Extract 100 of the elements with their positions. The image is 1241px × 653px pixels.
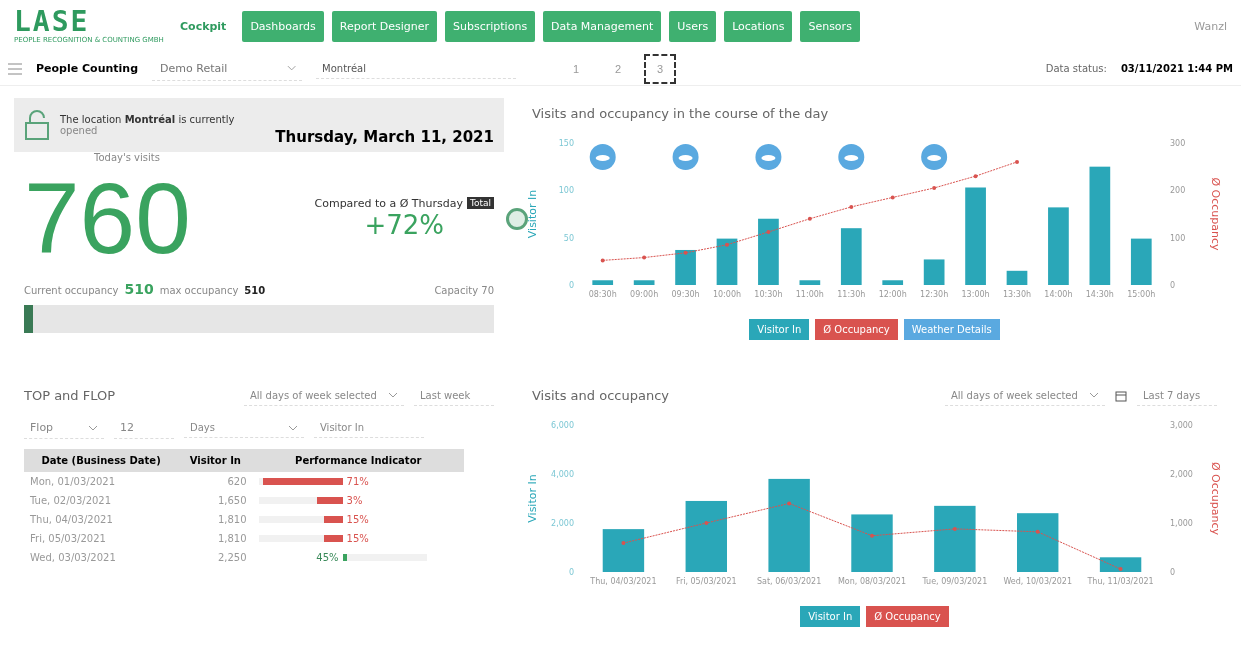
weekday-dropdown[interactable]: All days of week selected (244, 385, 404, 406)
weather-cloud-icon[interactable] (921, 144, 948, 170)
tick-label: 11:30h (837, 290, 866, 299)
tick-label: 15:00h (1127, 290, 1156, 299)
tick-label: 10:00h (712, 290, 742, 299)
table-cell-text: Tue, 02/03/2021 (29, 494, 113, 508)
caret-icon (1089, 392, 1099, 398)
bar (685, 500, 727, 572)
data-point (704, 521, 709, 525)
table-cell: 620 (178, 472, 253, 491)
status-label: Data status: (1045, 63, 1107, 74)
view-tab[interactable]: 3 (644, 53, 677, 84)
weekday-dropdown[interactable]: All days of week selected (945, 385, 1105, 406)
tick-label: 11:00h (795, 290, 824, 299)
legend-button[interactable]: Weather Details (903, 319, 1000, 340)
logo: LASE (14, 8, 90, 36)
total-badge: Total (466, 197, 494, 209)
compare-label: Compared to a Ø Thursday (314, 196, 463, 210)
period-dropdown[interactable]: Last 7 days (1137, 385, 1217, 406)
nav-tab[interactable]: Dashboards (242, 10, 324, 42)
tick-label: 4,000 (551, 470, 574, 479)
data-point (621, 541, 626, 546)
bar (633, 280, 655, 285)
mode-dropdown[interactable]: Flop (24, 417, 104, 439)
location-field[interactable]: Montréal (316, 58, 517, 79)
max-value: 510 (244, 285, 266, 296)
capacity-label: Capacity 70 (434, 285, 494, 296)
tick-label: 09:30h (671, 290, 700, 299)
table-cell-text: Thu, 04/03/2021 (29, 513, 114, 527)
data-point (890, 195, 895, 200)
data-point (870, 533, 874, 538)
calendar-icon[interactable] (1115, 389, 1127, 402)
tick-label: Tue, 09/03/2021 (922, 577, 988, 586)
percent-text: 3% (346, 495, 363, 506)
lock-icon (24, 110, 50, 140)
visits-label: Today's visits (94, 152, 161, 163)
data-point (849, 204, 854, 209)
weather-cloud-icon[interactable] (755, 144, 782, 170)
bar (851, 514, 893, 572)
data-point (973, 174, 978, 179)
unit-dropdown[interactable]: Days (184, 418, 304, 438)
company-field[interactable]: Demo Retail (158, 60, 287, 76)
tick-label: 200 (1170, 186, 1186, 196)
caret-icon (288, 424, 298, 431)
weather-cloud-icon[interactable] (838, 144, 865, 170)
bar (1099, 557, 1142, 572)
legend-button[interactable]: Visitor In (800, 606, 861, 627)
tick-label: 300 (1170, 139, 1186, 148)
refresh-icon[interactable] (506, 208, 528, 230)
tick-label: Mon, 08/03/2021 (837, 577, 907, 586)
nav-tab[interactable]: Users (669, 10, 717, 42)
tick-label: Sat, 06/03/2021 (757, 577, 822, 586)
nav-tab[interactable]: Data Management (543, 10, 662, 42)
weather-cloud-icon[interactable] (672, 144, 699, 170)
nav-tab[interactable]: Locations (724, 10, 793, 42)
bar (1006, 270, 1028, 285)
date-text: Thursday, March 11, 2021 (275, 128, 494, 146)
tick-label: 1,000 (1170, 519, 1193, 528)
nav-tab[interactable]: Report Designer (331, 10, 438, 42)
user-menu[interactable]: Wanzl (1194, 19, 1227, 33)
menu-icon[interactable] (8, 62, 22, 75)
tick-label: 6,000 (551, 421, 574, 430)
bar (592, 280, 614, 285)
period-dropdown[interactable]: Last week (414, 385, 494, 406)
percent-text: 45% (315, 552, 339, 563)
data-point (642, 255, 647, 260)
occupancy-value: 510 (124, 281, 154, 297)
bar (675, 249, 696, 285)
axis-title: Visitor In (526, 189, 539, 239)
tick-label: Thu, 11/03/2021 (1087, 577, 1154, 586)
percent-text: 15% (346, 533, 369, 544)
legend-button[interactable]: Visitor In (749, 319, 810, 340)
bar (882, 280, 904, 285)
nav-tab[interactable]: Sensors (800, 10, 860, 42)
status-value: 03/11/2021 1:44 PM (1120, 63, 1233, 74)
table-cell-text: 1,810 (216, 513, 248, 527)
tick-label: Fri, 05/03/2021 (675, 577, 737, 586)
weather-cloud-icon[interactable] (589, 144, 616, 170)
data-point (952, 526, 957, 531)
legend-button[interactable]: Ø Occupancy (815, 319, 898, 340)
tick-label: 12:00h (878, 290, 907, 299)
table-cell-text: 1,810 (216, 532, 248, 546)
metric-dropdown[interactable]: Visitor In (314, 418, 424, 438)
bar (758, 218, 779, 285)
count-field[interactable]: 12 (114, 417, 174, 439)
bar (1017, 513, 1059, 572)
tick-label: 50 (563, 233, 574, 243)
tick-label: 14:30h (1085, 290, 1114, 299)
bar (934, 505, 976, 572)
compare-value: +72% (364, 209, 445, 240)
tick-label: 12:30h (920, 290, 949, 299)
tick-label: 150 (558, 139, 574, 148)
bar (799, 280, 821, 285)
visits-count: 760 (24, 163, 191, 273)
caret-icon (388, 392, 398, 398)
max-label: max occupancy (159, 285, 239, 296)
nav-tab[interactable]: Subscriptions (445, 10, 536, 42)
axis-title: Ø Occupancy (1209, 177, 1222, 251)
nav-tab[interactable]: Cockpit (172, 10, 235, 42)
legend-button[interactable]: Ø Occupancy (866, 606, 949, 627)
